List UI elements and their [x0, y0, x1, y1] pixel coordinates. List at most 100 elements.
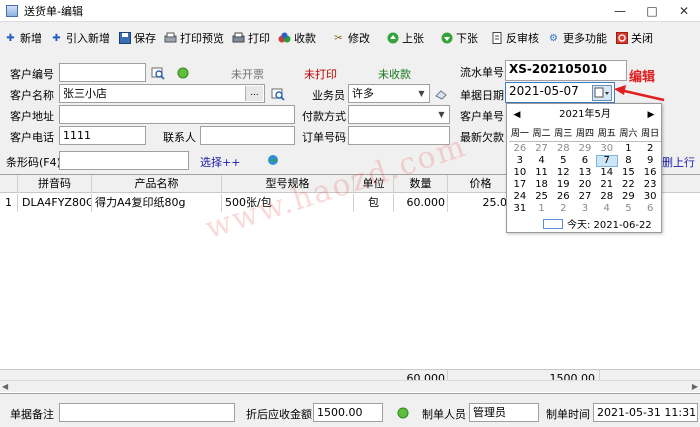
- time-field[interactable]: 2021-05-31 11:31:24: [593, 403, 698, 422]
- calendar-day-selected[interactable]: 7: [595, 155, 618, 167]
- calendar-day[interactable]: 14: [596, 167, 618, 179]
- calendar-day[interactable]: 31: [509, 203, 531, 215]
- calendar-day[interactable]: 25: [531, 191, 553, 203]
- calendar-day[interactable]: 20: [574, 179, 596, 191]
- calendar-day[interactable]: 22: [618, 179, 640, 191]
- maker-field[interactable]: 管理员: [469, 403, 539, 422]
- ellipsis-button[interactable]: ...: [245, 86, 263, 101]
- save-button[interactable]: 保存: [114, 26, 160, 50]
- calendar-day[interactable]: 29: [574, 143, 596, 155]
- weekday-label: 周六: [619, 129, 638, 139]
- calendar-day[interactable]: 28: [596, 191, 618, 203]
- minimize-icon[interactable]: —: [604, 0, 636, 22]
- spec-cell[interactable]: 500张/包: [222, 194, 354, 212]
- barcode-input[interactable]: [59, 151, 189, 170]
- price-cell[interactable]: 25.0: [448, 194, 514, 212]
- quantity-cell[interactable]: 60.000: [394, 194, 448, 212]
- modify-button[interactable]: ✂ 修改: [328, 26, 374, 50]
- customer-no-input[interactable]: [59, 63, 146, 82]
- calendar-day[interactable]: 5: [618, 203, 640, 215]
- search-icon[interactable]: [271, 87, 285, 101]
- scroll-right-icon[interactable]: ▶: [692, 382, 698, 391]
- maximize-icon[interactable]: □: [636, 0, 668, 22]
- globe-icon[interactable]: [266, 153, 280, 167]
- salesman-select[interactable]: 许多 ▼: [348, 84, 430, 103]
- today-button[interactable]: 今天: 2021-06-22: [543, 216, 652, 231]
- scroll-left-icon[interactable]: ◀: [2, 382, 8, 391]
- calendar-day[interactable]: 26: [552, 191, 574, 203]
- calendar-day[interactable]: 26: [509, 143, 531, 155]
- net-amount-field[interactable]: 1500.00: [313, 403, 383, 422]
- prev-button[interactable]: 上张: [382, 26, 428, 50]
- column-header[interactable]: 产品名称: [92, 175, 222, 193]
- calendar-day[interactable]: 30: [639, 191, 661, 203]
- payment-select[interactable]: ▼: [348, 105, 450, 124]
- select-link[interactable]: 选择++: [200, 154, 240, 170]
- calendar-day[interactable]: 11: [531, 167, 553, 179]
- calendar-dropdown-icon[interactable]: [592, 85, 612, 101]
- new-button[interactable]: ✚ 新增: [0, 26, 46, 50]
- calendar-day[interactable]: 19: [552, 179, 574, 191]
- unit-cell[interactable]: 包: [354, 194, 394, 212]
- calendar-day[interactable]: 17: [509, 179, 531, 191]
- calendar-day[interactable]: 3: [574, 203, 596, 215]
- pinyin-code-cell[interactable]: DLA4FYZ80G: [18, 194, 92, 212]
- calendar-day[interactable]: 29: [618, 191, 640, 203]
- receive-button[interactable]: 收款: [274, 26, 320, 50]
- next-month-icon[interactable]: ▶: [645, 108, 657, 122]
- calendar-day[interactable]: 28: [552, 143, 574, 155]
- close-window-icon[interactable]: ✕: [668, 0, 700, 22]
- calendar-day[interactable]: 18: [531, 179, 553, 191]
- next-button[interactable]: 下张: [436, 26, 482, 50]
- calendar-day[interactable]: 27: [531, 143, 553, 155]
- column-header[interactable]: 型号规格: [222, 175, 354, 193]
- calendar-day[interactable]: 2: [552, 203, 574, 215]
- contact-input[interactable]: [200, 126, 295, 145]
- close-button[interactable]: 关闭: [611, 26, 657, 50]
- calendar-day[interactable]: 30: [596, 143, 618, 155]
- calendar-day[interactable]: 8: [618, 155, 640, 167]
- delete-row-link[interactable]: 删上行: [662, 154, 695, 170]
- print-preview-button[interactable]: 打印预览: [160, 26, 228, 50]
- calendar-day[interactable]: 1: [531, 203, 553, 215]
- today-marker-icon: [543, 218, 563, 229]
- calendar-day[interactable]: 3: [509, 155, 531, 167]
- column-header[interactable]: 价格: [448, 175, 514, 193]
- tools-icon: ✂: [334, 32, 343, 44]
- calendar-day[interactable]: 9: [639, 155, 661, 167]
- print-button[interactable]: 打印: [228, 26, 274, 50]
- address-input[interactable]: [59, 105, 295, 124]
- product-name-cell[interactable]: 得力A4复印纸80g: [92, 194, 222, 212]
- calendar-day[interactable]: 23: [639, 179, 661, 191]
- calendar-day[interactable]: 6: [639, 203, 661, 215]
- calendar-day[interactable]: 10: [509, 167, 531, 179]
- column-header[interactable]: 单位: [354, 175, 394, 193]
- more-button[interactable]: ⚙ 更多功能: [543, 26, 611, 50]
- calendar-day[interactable]: 16: [639, 167, 661, 179]
- horizontal-scrollbar[interactable]: ◀ ▶: [0, 380, 700, 392]
- close-label: 关闭: [631, 32, 653, 45]
- calendar-day[interactable]: 12: [552, 167, 574, 179]
- calendar-day[interactable]: 15: [618, 167, 640, 179]
- unreview-button[interactable]: 反审核: [486, 26, 543, 50]
- calendar-day[interactable]: 21: [596, 179, 618, 191]
- calendar-day[interactable]: 2: [639, 143, 661, 155]
- phone-input[interactable]: 1111: [59, 126, 146, 145]
- import-new-button[interactable]: ✚ 引入新增: [46, 26, 114, 50]
- calendar-day[interactable]: 27: [574, 191, 596, 203]
- customer-name-input[interactable]: 张三小店 ...: [59, 84, 265, 103]
- calendar-day[interactable]: 5: [552, 155, 574, 167]
- calendar-day[interactable]: 4: [596, 203, 618, 215]
- calendar-day[interactable]: 1: [618, 143, 640, 155]
- calendar-day[interactable]: 4: [531, 155, 553, 167]
- eraser-icon[interactable]: [434, 87, 448, 101]
- calendar-day[interactable]: 24: [509, 191, 531, 203]
- search-icon[interactable]: [151, 66, 165, 80]
- calendar-day[interactable]: 6: [574, 155, 596, 167]
- remark-input[interactable]: [59, 403, 235, 422]
- column-header[interactable]: 拼音码: [18, 175, 92, 193]
- column-header[interactable]: 数量: [394, 175, 448, 193]
- calendar-day[interactable]: 13: [574, 167, 596, 179]
- order-no-input[interactable]: [348, 126, 450, 145]
- serial-field[interactable]: XS-202105010: [505, 60, 627, 81]
